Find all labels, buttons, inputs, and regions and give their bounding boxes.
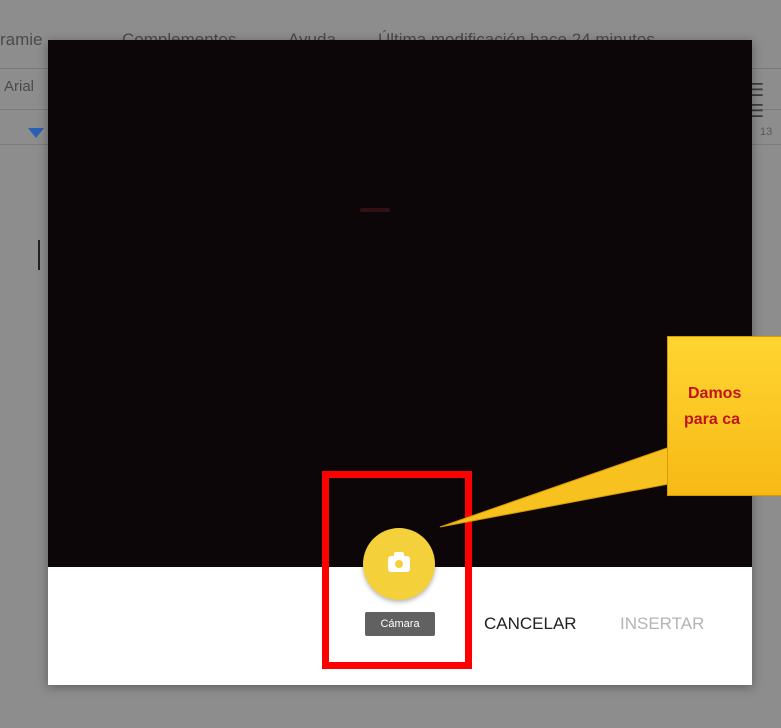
highlight-box — [322, 471, 472, 669]
preview-glint — [360, 208, 390, 212]
align-icon: ☰ ☰ — [748, 80, 765, 121]
callout-text-line-2: para ca — [684, 411, 741, 428]
ruler-number: 13 — [760, 126, 773, 138]
menu-item-tools: ramie — [0, 30, 43, 49]
callout-box: Damos para ca — [667, 336, 781, 496]
cancel-button[interactable]: CANCELAR — [484, 614, 577, 634]
text-cursor — [38, 240, 40, 270]
indent-marker-icon — [28, 128, 44, 138]
font-selector: Arial — [4, 78, 35, 95]
callout-text-line-1: Damos — [688, 385, 742, 402]
insert-button[interactable]: INSERTAR — [620, 614, 704, 634]
